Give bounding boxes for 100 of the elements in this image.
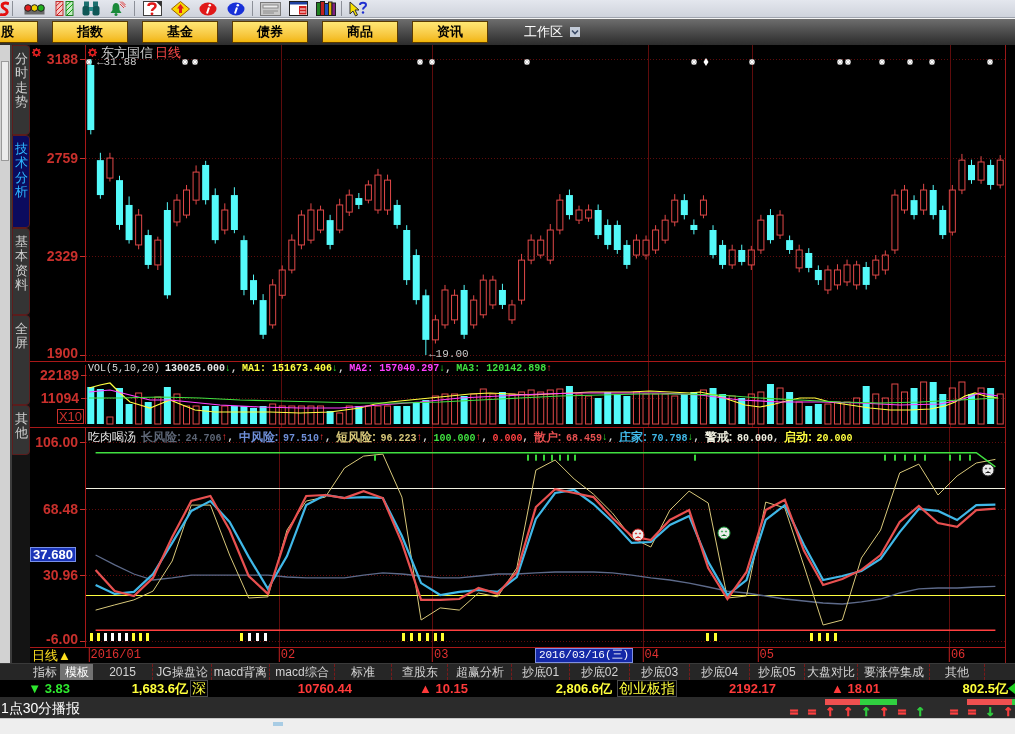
candle xyxy=(642,235,650,261)
axis-label: 2759 xyxy=(46,150,78,166)
trend-arrow: ↑ xyxy=(416,430,423,444)
workspace-menu[interactable]: 工作区 xyxy=(524,24,563,40)
candle xyxy=(183,184,190,219)
signal-mark: = xyxy=(896,707,908,718)
candle xyxy=(125,195,133,245)
document-icon[interactable] xyxy=(260,1,281,16)
indicator-title: 吃肉喝汤 xyxy=(88,430,136,444)
signal-tick xyxy=(240,633,243,641)
striped-bars-icon[interactable] xyxy=(55,1,74,16)
info-icon[interactable] xyxy=(227,1,245,16)
axis-label: 2329 xyxy=(46,248,78,264)
market-tab[interactable]: 股 xyxy=(0,21,38,43)
window-icon[interactable] xyxy=(289,1,308,16)
side-tab[interactable]: 分时走势 xyxy=(12,45,30,135)
signal-tick xyxy=(139,633,142,641)
axis-label: 22189 xyxy=(40,367,79,383)
diamond-marker xyxy=(703,58,709,66)
trend-arrow: ↓ xyxy=(439,363,446,375)
legend-reading: 警戒: 80.000 xyxy=(704,429,774,445)
date-label: 2016/01 xyxy=(88,648,141,662)
signal-tick xyxy=(146,633,149,641)
legend-separator: , xyxy=(231,363,238,375)
signal-tick xyxy=(264,633,267,641)
legend-reading: 短风险: 96.223 xyxy=(336,429,417,445)
gear-icon[interactable] xyxy=(88,48,97,57)
candle xyxy=(575,205,583,225)
signal-tick xyxy=(132,633,135,641)
scale-label: X10 xyxy=(57,409,84,424)
signal-mark: ↑ xyxy=(1002,707,1014,718)
market-tab[interactable]: 基金 xyxy=(142,21,218,43)
help-cursor-icon[interactable] xyxy=(349,0,367,17)
signal-tick xyxy=(969,454,971,461)
signal-tick xyxy=(410,633,413,641)
scrollbar-thumb[interactable] xyxy=(1,61,9,161)
axis-label: 1900 xyxy=(46,345,78,361)
traffic-lights-icon[interactable] xyxy=(24,2,45,15)
star-marker xyxy=(690,58,698,66)
books-icon[interactable] xyxy=(316,1,336,16)
signal-tick xyxy=(535,454,537,461)
price-change: ▼ 3.83 xyxy=(28,681,70,696)
mode-tab[interactable]: 指标 xyxy=(30,664,60,680)
trend-arrow: ↑ xyxy=(546,363,553,375)
candle xyxy=(958,153,966,195)
side-tab[interactable]: 基本资料 xyxy=(12,228,30,315)
signal-tick xyxy=(426,633,429,641)
candle xyxy=(508,299,516,325)
legend-separator: , xyxy=(338,363,345,375)
period-button[interactable]: 日线▲ xyxy=(30,648,71,663)
turnover-amount: 802.5亿 xyxy=(962,681,1008,696)
signal-tick xyxy=(914,454,916,461)
dropdown-icon[interactable] xyxy=(570,27,580,37)
legend-reading: MA2: 157040.297 xyxy=(349,363,440,375)
signal-tick xyxy=(543,454,545,461)
signal-tick xyxy=(125,633,128,641)
stock-name: 东方国信 xyxy=(101,45,153,60)
diamond-sign-icon[interactable] xyxy=(171,0,190,17)
axis-label: 3188 xyxy=(46,51,78,67)
logo-icon xyxy=(0,1,9,16)
legend-reading: 中风险: 97.510 xyxy=(238,429,319,445)
date-label: 02 xyxy=(278,648,296,662)
mode-tab[interactable]: 模板 xyxy=(60,664,93,680)
axis-label: 11094 xyxy=(40,390,79,406)
info-icon[interactable] xyxy=(199,1,217,16)
signal-mark: ↑ xyxy=(914,707,926,718)
star-marker xyxy=(181,58,189,66)
volume-title: VOL(5,10,20) xyxy=(88,363,160,375)
signal-tick xyxy=(574,454,576,461)
scroll-marker xyxy=(273,722,283,726)
index-name: 深 xyxy=(190,680,208,697)
date-label: 06 xyxy=(948,648,966,662)
legend-separator: , xyxy=(445,363,452,375)
left-arrow-icon[interactable] xyxy=(1008,683,1015,694)
market-tab[interactable]: 债券 xyxy=(232,21,308,43)
binoculars-icon[interactable] xyxy=(82,1,100,16)
candle xyxy=(977,155,985,185)
question-document-icon[interactable] xyxy=(143,1,162,16)
signal-tick xyxy=(959,454,961,461)
side-tab[interactable]: 全屏 xyxy=(12,315,30,405)
bell-icon[interactable] xyxy=(109,1,126,16)
legend-reading: 散户: 68.459 xyxy=(533,429,603,445)
side-tab[interactable]: 其他 xyxy=(12,405,30,455)
price-change: ▲ 10.15 xyxy=(419,681,468,696)
candle xyxy=(240,235,248,296)
legend-separator: , xyxy=(227,430,234,444)
legend-separator: , xyxy=(773,430,780,444)
market-tab[interactable]: 资讯 xyxy=(412,21,488,43)
candle xyxy=(901,184,908,215)
market-tab[interactable]: 指数 xyxy=(52,21,128,43)
turnover-amount: 1,683.6亿 xyxy=(131,681,188,696)
market-tab[interactable]: 商品 xyxy=(322,21,398,43)
signal-tick xyxy=(904,454,906,461)
gear-icon[interactable] xyxy=(32,48,41,57)
legend-reading: 0.000 xyxy=(492,432,523,445)
star-marker xyxy=(428,58,436,66)
signal-tick xyxy=(418,633,421,641)
side-tab[interactable]: 技术分析 xyxy=(12,135,30,228)
candle xyxy=(441,284,449,330)
signal-tick xyxy=(567,454,569,461)
